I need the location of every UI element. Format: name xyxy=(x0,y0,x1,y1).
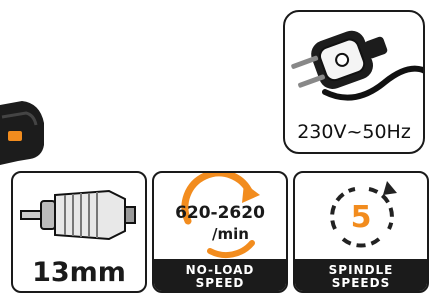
drill-body-fragment xyxy=(0,101,44,165)
speed-range-value: 620-2620 xyxy=(175,203,265,223)
no-load-speed-banner: NO-LOAD SPEED xyxy=(154,259,286,291)
speed-unit: /min xyxy=(212,225,249,243)
drill-chuck-icon xyxy=(20,189,136,241)
spindle-speeds-banner: SPINDLE SPEEDS xyxy=(295,259,427,291)
spindle-speed-count: 5 xyxy=(351,200,372,235)
chuck-size-label: 13mm xyxy=(32,257,126,288)
chuck-size-card: 13mm xyxy=(11,171,147,293)
power-plug-icon xyxy=(291,30,423,101)
circular-arrows-icon: 5 xyxy=(330,181,397,248)
voltage-label: 230V~50Hz xyxy=(297,121,411,143)
banner-line-2: SPEED xyxy=(195,276,245,290)
spindle-speeds-card: 5 SPINDLE SPEEDS xyxy=(293,171,429,293)
power-supply-card: 230V~50Hz xyxy=(283,10,425,154)
no-load-speed-card: 620-2620 /min NO-LOAD SPEED xyxy=(152,171,288,293)
banner-line-2: SPEEDS xyxy=(331,276,391,290)
